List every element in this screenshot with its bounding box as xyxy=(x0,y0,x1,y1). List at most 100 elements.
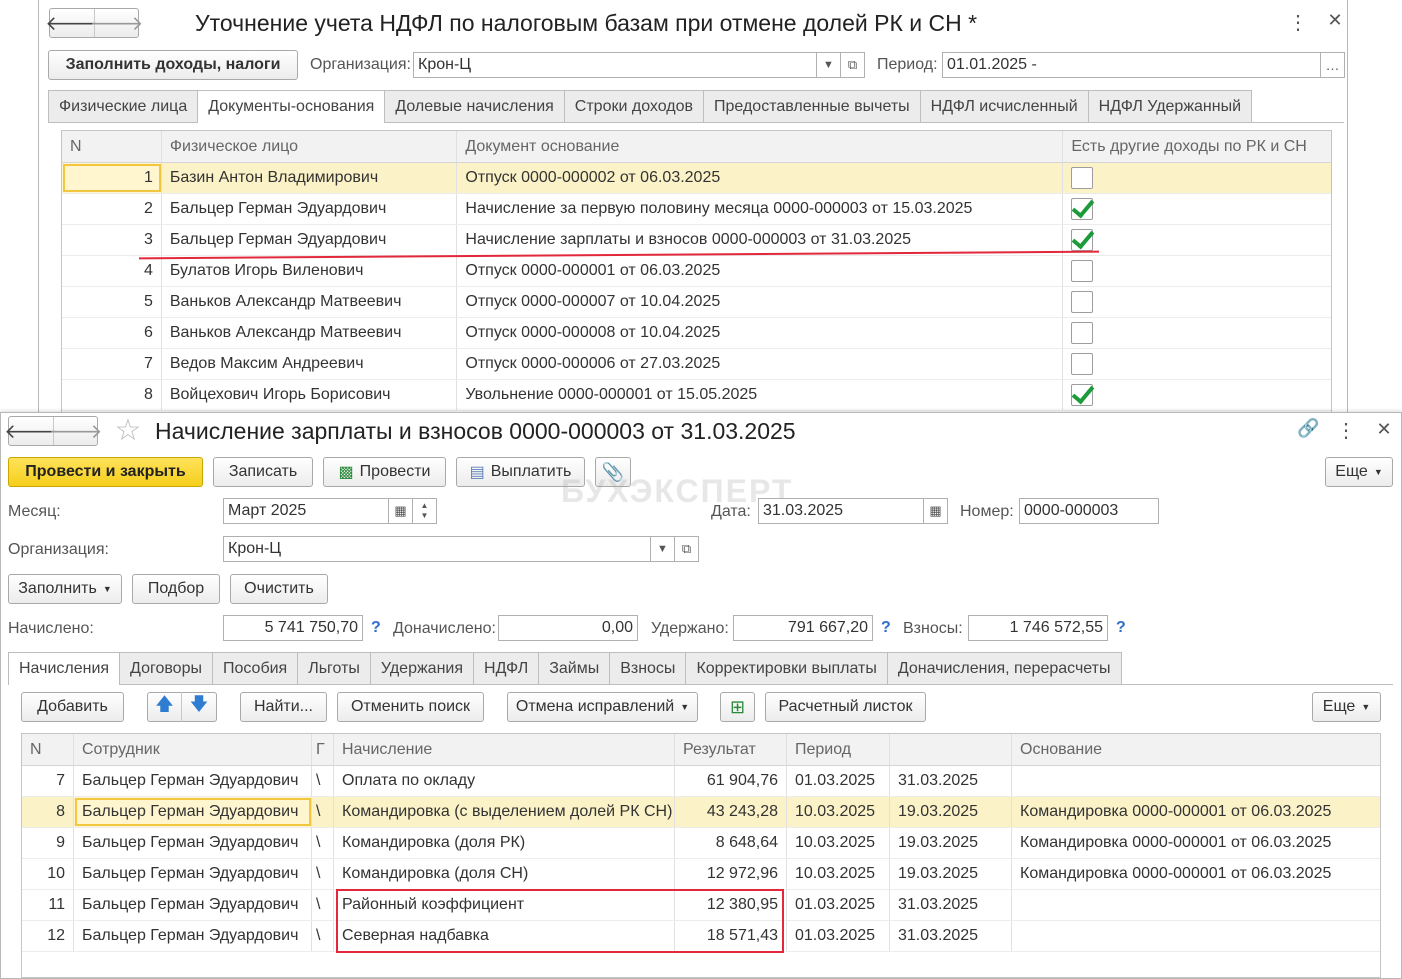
cancel-fixes-button[interactable]: Отмена исправлений ▼ xyxy=(507,692,698,722)
org-field[interactable]: Крон-Ц xyxy=(223,536,651,562)
forward-arrow-icon[interactable]: 🡒 xyxy=(49,417,102,445)
open-icon[interactable]: ⧉ xyxy=(675,536,699,562)
close-icon[interactable]: ✕ xyxy=(1324,10,1346,31)
tab-source-documents[interactable]: Документы-основания xyxy=(197,90,386,123)
table-row[interactable]: 5 Ваньков Александр Матвеевич Отпуск 0000-… xyxy=(62,287,1331,318)
tab-income-lines[interactable]: Строки доходов xyxy=(563,90,705,122)
star-icon[interactable]: ☆ xyxy=(112,413,144,448)
checkbox-checked[interactable] xyxy=(1071,229,1094,251)
table-row[interactable]: 7 Бальцер Герман Эдуардович \ Оплата по окл… xyxy=(22,766,1380,797)
dropdown-icon[interactable]: ▼ xyxy=(651,536,675,562)
cell-person: Базин Антон Владимирович xyxy=(162,163,458,193)
col-other-income[interactable]: Есть другие доходы по РК и СН xyxy=(1063,131,1331,162)
add-button[interactable]: Добавить xyxy=(21,692,124,722)
table-row[interactable]: 8 Войцехович Игорь Борисович Увольнение 00… xyxy=(62,380,1331,411)
table-row[interactable]: 2 Бальцер Герман Эдуардович Начисление за … xyxy=(62,194,1331,225)
tab-ndfl-calculated[interactable]: НДФЛ исчисленный xyxy=(919,90,1089,122)
cell-g: \ xyxy=(312,797,334,827)
payslip-button[interactable]: Расчетный листок xyxy=(765,692,926,722)
cancel-search-button[interactable]: Отменить поиск xyxy=(337,692,484,722)
col-n[interactable]: N xyxy=(22,734,74,765)
link-icon[interactable]: 🔗 xyxy=(1297,418,1319,439)
col-document[interactable]: Документ основание xyxy=(457,131,1064,162)
cell-employee: Бальцер Герман Эдуардович xyxy=(74,828,312,858)
date-field[interactable]: 31.03.2025 xyxy=(758,498,924,524)
tab-privileges[interactable]: Льготы xyxy=(297,652,371,684)
fill-incomes-button[interactable]: Заполнить доходы, налоги xyxy=(48,50,298,80)
tab-individuals[interactable]: Физические лица xyxy=(48,90,199,122)
table-row[interactable]: 3 Бальцер Герман Эдуардович Начисление зар… xyxy=(62,225,1331,256)
checkbox-checked[interactable] xyxy=(1071,198,1094,220)
checkbox-unchecked[interactable] xyxy=(1071,322,1094,344)
table-row[interactable]: 4 Булатов Игорь Виленович Отпуск 0000-0000… xyxy=(62,256,1331,287)
help-icon[interactable]: ? xyxy=(881,619,891,637)
post-and-close-button[interactable]: Провести и закрыть xyxy=(8,457,203,487)
month-label: Месяц: xyxy=(8,503,61,520)
table-row[interactable]: 8 Бальцер Герман Эдуардович \ Командировка … xyxy=(22,797,1380,828)
tab-deductions[interactable]: Удержания xyxy=(369,652,475,684)
tab-benefits[interactable]: Пособия xyxy=(211,652,299,684)
checkbox-unchecked[interactable] xyxy=(1071,291,1094,313)
arrow-up-icon[interactable]: 🡅 xyxy=(148,692,182,722)
tab-contracts[interactable]: Договоры xyxy=(119,652,213,684)
find-button[interactable]: Найти... xyxy=(240,692,327,722)
more-vertical-icon[interactable]: ⋮ xyxy=(1287,10,1309,35)
tab-accruals[interactable]: Начисления xyxy=(8,652,121,685)
checkbox-checked[interactable] xyxy=(1071,384,1094,406)
clear-button[interactable]: Очистить xyxy=(230,574,328,604)
grid-more-button[interactable]: Еще ▼ xyxy=(1312,692,1381,722)
calendar-icon[interactable]: ▦ xyxy=(389,498,413,524)
col-basis[interactable]: Основание xyxy=(1012,734,1380,765)
table-row[interactable]: 9 Бальцер Герман Эдуардович \ Командировка … xyxy=(22,828,1380,859)
cell-accrual: Командировка (доля РК) xyxy=(334,828,675,858)
back-arrow-icon[interactable]: 🡐 xyxy=(45,9,99,37)
dropdown-icon[interactable]: ▼ xyxy=(817,52,841,78)
number-field[interactable]: 0000-000003 xyxy=(1019,498,1159,524)
tab-recalculations[interactable]: Доначисления, перерасчеты xyxy=(886,652,1122,684)
col-accrual[interactable]: Начисление xyxy=(334,734,675,765)
tab-ndfl-withheld[interactable]: НДФЛ Удержанный xyxy=(1087,90,1253,122)
period-field[interactable]: 01.01.2025 - xyxy=(942,52,1321,78)
org-field[interactable]: Крон-Ц xyxy=(413,52,817,78)
month-field[interactable]: Март 2025 xyxy=(223,498,389,524)
col-period-end[interactable] xyxy=(890,734,1012,765)
tab-loans[interactable]: Займы xyxy=(538,652,611,684)
checkbox-unchecked[interactable] xyxy=(1071,260,1094,282)
document-title: Начисление зарплаты и взносов 0000-00000… xyxy=(155,418,796,444)
cell-period-from: 10.03.2025 xyxy=(787,797,890,827)
col-g[interactable]: Г xyxy=(312,734,334,765)
table-row[interactable]: 10 Бальцер Герман Эдуардович \ Командировка… xyxy=(22,859,1380,890)
back-arrow-icon[interactable]: 🡐 xyxy=(4,417,58,445)
table-row[interactable]: 1 Базин Антон Владимирович Отпуск 0000-000… xyxy=(62,163,1331,194)
col-period[interactable]: Период xyxy=(787,734,890,765)
open-icon[interactable]: ⧉ xyxy=(841,52,865,78)
col-n[interactable]: N xyxy=(62,131,162,162)
more-vertical-icon[interactable]: ⋮ xyxy=(1335,418,1357,443)
forward-arrow-icon[interactable]: 🡒 xyxy=(90,9,143,37)
spin-icon[interactable]: ▲ ▼ xyxy=(413,498,437,524)
ellipsis-icon[interactable]: … xyxy=(1321,52,1345,78)
tab-contributions[interactable]: Взносы xyxy=(609,652,687,684)
tab-ndfl[interactable]: НДФЛ xyxy=(473,652,540,684)
help-icon[interactable]: ? xyxy=(371,619,381,637)
fill-button[interactable]: Заполнить ▼ xyxy=(8,574,122,604)
post-button[interactable]: ▩ Провести xyxy=(323,457,446,487)
help-icon[interactable]: ? xyxy=(1116,619,1126,637)
tab-deductions[interactable]: Предоставленные вычеты xyxy=(703,90,921,122)
checkbox-unchecked[interactable] xyxy=(1071,353,1094,375)
arrow-down-icon[interactable]: 🡇 xyxy=(182,692,216,722)
col-person[interactable]: Физическое лицо xyxy=(162,131,458,162)
pick-button[interactable]: Подбор xyxy=(132,574,220,604)
tab-payment-corrections[interactable]: Корректировки выплаты xyxy=(685,652,888,684)
tab-share-accruals[interactable]: Долевые начисления xyxy=(384,90,565,122)
calendar-icon[interactable]: ▦ xyxy=(924,498,948,524)
close-icon[interactable]: ✕ xyxy=(1373,419,1395,440)
more-button[interactable]: Еще ▼ xyxy=(1325,457,1393,487)
table-row[interactable]: 7 Ведов Максим Андреевич Отпуск 0000-00000… xyxy=(62,349,1331,380)
table-add-button[interactable]: ⊞ xyxy=(720,692,755,722)
col-result[interactable]: Результат xyxy=(675,734,787,765)
checkbox-unchecked[interactable] xyxy=(1071,167,1094,189)
col-employee[interactable]: Сотрудник xyxy=(74,734,312,765)
save-button[interactable]: Записать xyxy=(213,457,313,487)
table-row[interactable]: 6 Ваньков Александр Матвеевич Отпуск 0000-… xyxy=(62,318,1331,349)
